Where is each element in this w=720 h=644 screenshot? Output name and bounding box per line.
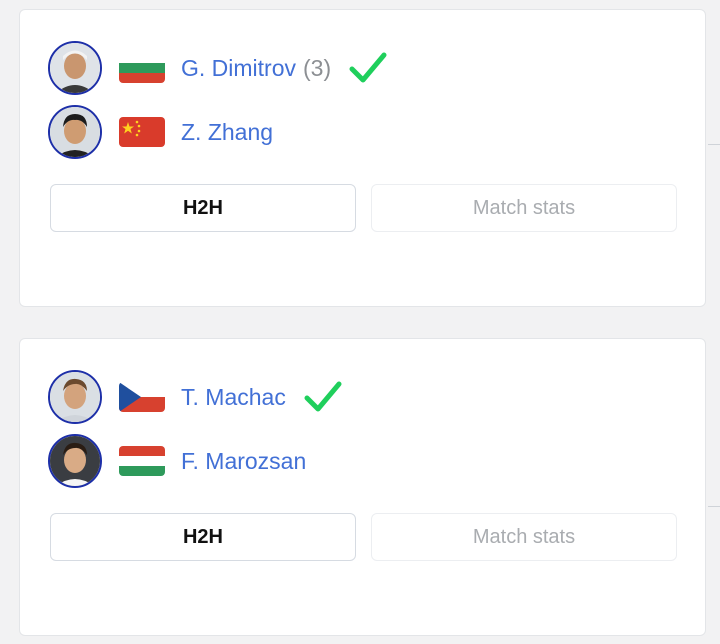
player-name[interactable]: F. Marozsan bbox=[181, 448, 306, 475]
match-stats-button[interactable]: Match stats bbox=[371, 513, 677, 561]
player-avatar bbox=[48, 434, 102, 488]
match-card: G. Dimitrov (3) Z. Zhang H2H Match stats bbox=[19, 9, 706, 307]
match-card: T. Machac F. Marozsan H2H Match stats bbox=[19, 338, 706, 636]
player-name[interactable]: T. Machac bbox=[181, 384, 286, 411]
hungary-flag-icon bbox=[119, 446, 165, 476]
bulgaria-flag-icon bbox=[119, 53, 165, 83]
czech-republic-flag-icon bbox=[119, 382, 165, 412]
player-avatar bbox=[48, 370, 102, 424]
player-avatar bbox=[48, 105, 102, 159]
china-flag-icon bbox=[119, 117, 165, 147]
player-seed: (3) bbox=[303, 54, 332, 81]
player-row[interactable]: T. Machac bbox=[48, 367, 342, 427]
match-stats-button[interactable]: Match stats bbox=[371, 184, 677, 232]
winner-check-icon bbox=[304, 380, 342, 414]
player-row[interactable]: Z. Zhang bbox=[48, 102, 273, 162]
player-name[interactable]: G. Dimitrov bbox=[181, 55, 296, 82]
player-name[interactable]: Z. Zhang bbox=[181, 119, 273, 146]
winner-check-icon bbox=[349, 51, 387, 85]
player-row[interactable]: G. Dimitrov (3) bbox=[48, 38, 387, 98]
bracket-connector bbox=[708, 144, 720, 145]
bracket-connector bbox=[708, 506, 720, 507]
h2h-button[interactable]: H2H bbox=[50, 513, 356, 561]
player-avatar bbox=[48, 41, 102, 95]
h2h-button[interactable]: H2H bbox=[50, 184, 356, 232]
player-row[interactable]: F. Marozsan bbox=[48, 431, 306, 491]
